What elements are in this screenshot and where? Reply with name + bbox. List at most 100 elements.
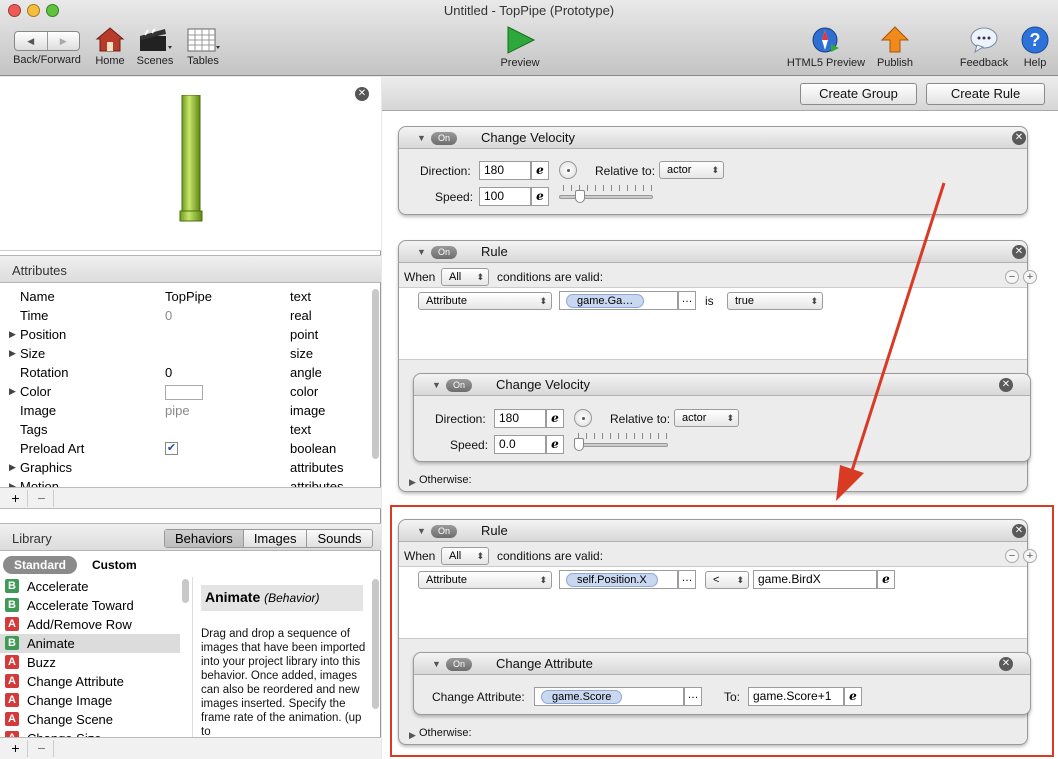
speed-field[interactable]: 0.0 (494, 435, 546, 454)
expand-triangle-icon[interactable]: ▶ (9, 325, 16, 344)
add-behavior-button[interactable]: + (4, 740, 28, 757)
remove-behavior-button[interactable]: − (30, 740, 54, 757)
attribute-row[interactable]: ▶ Graphics attributes (0, 458, 371, 477)
attribute-value[interactable]: 0 (165, 306, 172, 325)
behavior-list-label: Buzz (27, 655, 56, 670)
speed-slider[interactable] (559, 195, 653, 199)
color-swatch[interactable] (165, 385, 203, 400)
condition-value-select[interactable]: true (727, 292, 823, 310)
expand-triangle-icon[interactable]: ▶ (9, 344, 16, 363)
expression-editor-icon[interactable]: e (546, 409, 564, 428)
collapse-triangle-icon[interactable]: ▼ (417, 247, 426, 257)
tab-images[interactable]: Images (244, 530, 308, 547)
behavior-detail-scrollbar[interactable] (372, 579, 379, 709)
create-rule-button[interactable]: Create Rule (926, 83, 1045, 105)
direction-knob[interactable] (574, 409, 592, 427)
attribute-row[interactable]: ▶ Motion attributes (0, 477, 371, 487)
preload-art-checkbox[interactable]: ✔ (165, 442, 178, 455)
create-group-button[interactable]: Create Group (800, 83, 917, 105)
close-preview-icon[interactable]: ✕ (355, 87, 369, 101)
attribute-value[interactable]: pipe (165, 401, 190, 420)
attribute-type: attributes (290, 460, 344, 475)
speed-slider-thumb[interactable] (574, 438, 584, 451)
forward-arrow-icon[interactable]: ▶ (48, 32, 80, 50)
remove-behavior-icon[interactable]: ✕ (999, 378, 1013, 392)
attribute-row[interactable]: ▶ Size size (0, 344, 371, 363)
speed-slider[interactable] (574, 443, 668, 447)
otherwise-triangle-icon[interactable]: ▶ (409, 477, 416, 488)
direction-knob[interactable] (559, 161, 577, 179)
tab-behaviors[interactable]: Behaviors (165, 530, 244, 547)
behavior-list-item[interactable]: B Accelerate Toward (0, 596, 180, 615)
direction-field[interactable]: 180 (494, 409, 546, 428)
attribute-row[interactable]: Preload Art ✔ boolean (0, 439, 371, 458)
collapse-triangle-icon[interactable]: ▼ (432, 380, 441, 390)
attribute-row[interactable]: Tags text (0, 420, 371, 439)
behavior-list-item[interactable]: B Accelerate (0, 577, 180, 596)
behavior-list-item[interactable]: A Add/Remove Row (0, 615, 180, 634)
attribute-value[interactable]: TopPipe (165, 287, 212, 306)
scenes-button[interactable]: Scenes (134, 26, 176, 67)
behavior-list-item[interactable]: A Change Attribute (0, 672, 180, 691)
attribute-row[interactable]: Name TopPipe text (0, 287, 371, 306)
remove-rule-icon[interactable]: ✕ (1012, 245, 1026, 259)
on-toggle[interactable]: On (431, 132, 457, 145)
back-arrow-icon[interactable]: ◀ (15, 32, 48, 50)
direction-field[interactable]: 180 (479, 161, 531, 180)
attribute-row[interactable]: ▶ Color color (0, 382, 371, 401)
speed-field[interactable]: 100 (479, 187, 531, 206)
expand-triangle-icon[interactable]: ▶ (9, 458, 16, 477)
expression-editor-icon[interactable]: e (531, 187, 549, 206)
attribute-row[interactable]: Rotation 0 angle (0, 363, 371, 382)
behavior-list-item[interactable]: A Buzz (0, 653, 180, 672)
behavior-list-item[interactable]: A Change Image (0, 691, 180, 710)
subtab-standard[interactable]: Standard (3, 556, 77, 574)
back-forward-button[interactable]: ◀ ▶ Back/Forward (8, 26, 86, 66)
speed-slider-thumb[interactable] (575, 190, 585, 203)
behavior-list-scrollbar[interactable] (182, 579, 189, 603)
relative-to-select[interactable]: actor (659, 161, 724, 179)
expand-triangle-icon[interactable]: ▶ (9, 477, 16, 487)
tab-sounds[interactable]: Sounds (307, 530, 371, 547)
attribute-row[interactable]: ▶ Position point (0, 325, 371, 344)
attribute-row[interactable]: Time 0 real (0, 306, 371, 325)
home-button[interactable]: Home (92, 26, 128, 67)
expression-editor-icon[interactable]: e (546, 435, 564, 454)
behavior-list-label: Add/Remove Row (27, 617, 132, 632)
annotation-arrow (836, 182, 946, 501)
add-attribute-button[interactable]: + (4, 490, 28, 507)
attributes-scrollbar[interactable] (372, 289, 379, 459)
html5-preview-label: HTML5 Preview (786, 57, 866, 69)
add-condition-icon[interactable]: + (1023, 270, 1037, 284)
all-any-select[interactable]: All (441, 268, 489, 286)
html5-preview-button[interactable]: HTML5 Preview (782, 26, 870, 69)
on-toggle[interactable]: On (446, 379, 472, 392)
remove-behavior-icon[interactable]: ✕ (1012, 131, 1026, 145)
attribute-row[interactable]: Image pipe image (0, 401, 371, 420)
behaviors-panel: Create Group Create Rule ▼ On Change Vel… (382, 77, 1058, 759)
publish-button[interactable]: Publish (872, 26, 918, 69)
behavior-list-item[interactable]: B Animate (0, 634, 180, 653)
preview-button[interactable]: Preview (495, 26, 545, 69)
condition-type-select[interactable]: Attribute (418, 292, 552, 310)
attribute-token: game.Ga… (566, 294, 645, 308)
remove-condition-icon[interactable]: − (1005, 270, 1019, 284)
behavior-detail-description: Drag and drop a sequence of images that … (201, 628, 366, 738)
relative-to-select[interactable]: actor (674, 409, 739, 427)
collapse-triangle-icon[interactable]: ▼ (417, 133, 426, 143)
expand-triangle-icon[interactable]: ▶ (9, 382, 16, 401)
feedback-button[interactable]: Feedback (956, 26, 1012, 69)
remove-attribute-button[interactable]: − (30, 490, 54, 507)
help-button[interactable]: ? Help (1016, 26, 1054, 69)
when-label: When (404, 270, 436, 284)
attribute-value[interactable]: 0 (165, 363, 172, 382)
attribute-browser-button[interactable]: … (678, 291, 696, 310)
tables-button[interactable]: Tables (182, 26, 224, 67)
behavior-list-item[interactable]: A Change Scene (0, 710, 180, 729)
behavior-list-label: Accelerate (27, 579, 89, 594)
attribute-type: color (290, 384, 319, 399)
subtab-custom[interactable]: Custom (92, 556, 137, 574)
on-toggle[interactable]: On (431, 246, 457, 259)
expression-editor-icon[interactable]: e (531, 161, 549, 180)
attribute-token-field[interactable]: game.Ga… (559, 291, 678, 310)
